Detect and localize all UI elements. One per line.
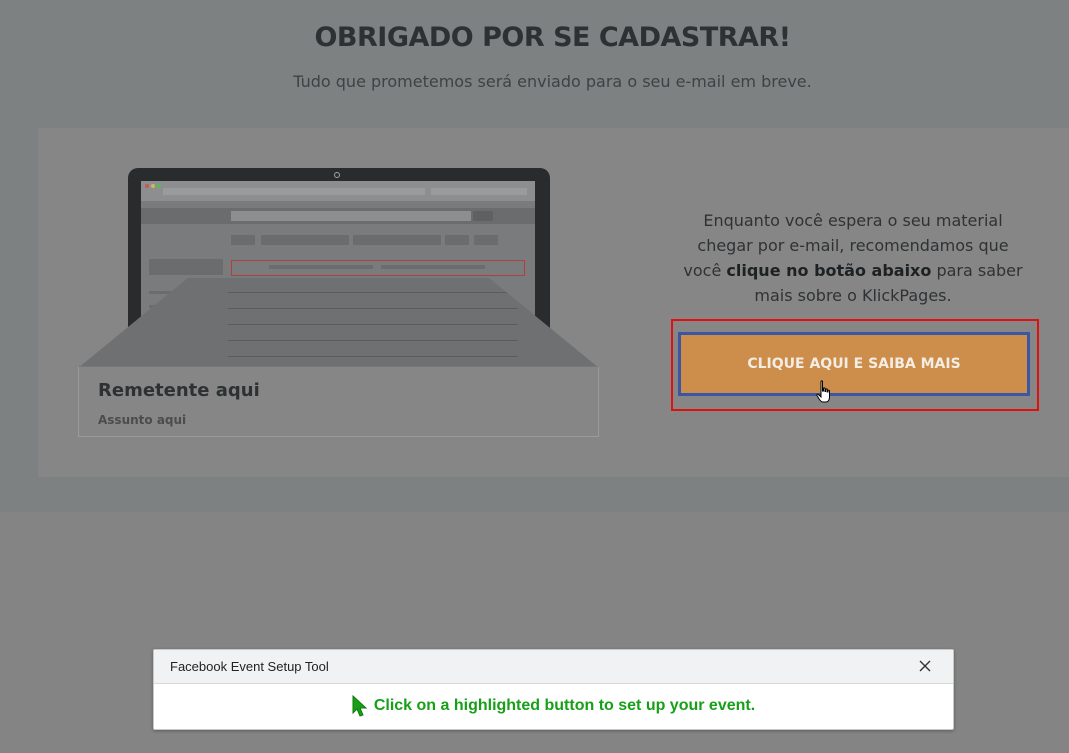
page-subtitle: Tudo que prometemos será enviado para o … (293, 72, 812, 91)
hand-pointer-icon (816, 380, 830, 403)
description-text: Enquanto você espera o seu material cheg… (678, 208, 1028, 308)
webcam-icon (334, 172, 340, 178)
popup-message: Click on a highlighted button to set up … (373, 697, 756, 714)
content-card: Remetente aqui Assunto aqui Enquanto voc… (38, 128, 1069, 477)
description-bold: clique no botão abaixo (726, 261, 932, 280)
page-title: OBRIGADO POR SE CADASTRAR! (314, 22, 791, 53)
popup-title: Facebook Event Setup Tool (170, 659, 329, 674)
email-subject: Assunto aqui (98, 413, 187, 427)
event-highlight-frame: CLIQUE AQUI E SAIBA MAIS (671, 319, 1039, 411)
email-preview-card: Remetente aqui Assunto aqui (78, 366, 599, 437)
facebook-event-setup-popup: Facebook Event Setup Tool Click on a hig… (153, 649, 954, 730)
popup-header: Facebook Event Setup Tool (154, 650, 953, 684)
hero-section: OBRIGADO POR SE CADASTRAR! Tudo que prom… (0, 0, 1069, 512)
email-sender: Remetente aqui (98, 380, 260, 401)
close-icon[interactable] (917, 658, 933, 674)
arrow-cursor-icon (352, 695, 368, 717)
learn-more-button[interactable]: CLIQUE AQUI E SAIBA MAIS (678, 332, 1030, 396)
popup-body: Click on a highlighted button to set up … (154, 684, 953, 728)
